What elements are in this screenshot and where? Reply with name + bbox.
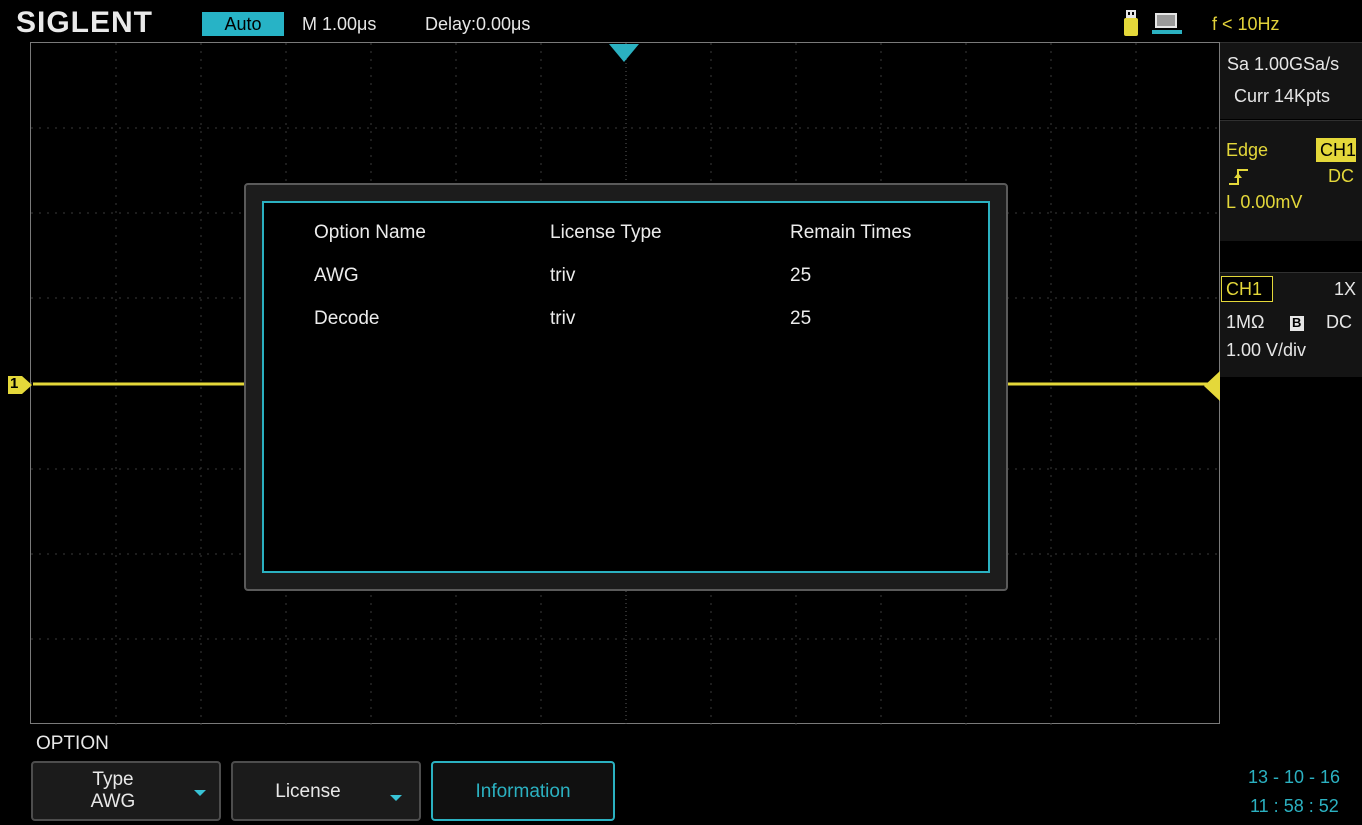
brand-logo: SIGLENT — [16, 6, 154, 39]
chevron-down-icon — [194, 790, 206, 796]
vertical-scale: 1.00 V/div — [1226, 340, 1307, 360]
frequency-counter: f < 10Hz — [1212, 14, 1280, 34]
rising-edge-icon — [1228, 168, 1250, 191]
chevron-down-icon — [390, 795, 402, 801]
ch1-offset-marker[interactable]: 1 — [8, 374, 34, 396]
type-softkey[interactable]: Type AWG — [31, 761, 221, 821]
channel1-name: CH1 — [1226, 279, 1263, 299]
table-row-cell-name: AWG — [314, 265, 359, 286]
information-softkey[interactable]: Information — [431, 761, 615, 821]
time-display: 11 : 58 : 52 — [1250, 796, 1339, 816]
table-row-cell-license: triv — [550, 265, 576, 286]
delay-readout: Delay:0.00μs — [425, 14, 531, 34]
memory-depth: Curr 14Kpts — [1234, 86, 1331, 106]
trigger-mode-badge: Auto — [202, 12, 284, 36]
table-row-cell-remain: 25 — [790, 265, 812, 286]
trigger-source: CH1 — [1320, 140, 1357, 160]
timebase-readout: M 1.00μs — [302, 14, 377, 34]
channel-coupling: DC — [1326, 312, 1352, 332]
date-display: 13 - 10 - 16 — [1248, 767, 1341, 787]
trigger-coupling: DC — [1328, 166, 1354, 186]
license-softkey-label: License — [275, 781, 341, 802]
trigger-level-marker[interactable] — [1204, 371, 1220, 406]
bandwidth-limit-label: B — [1292, 315, 1302, 330]
table-row-cell-name: Decode — [314, 308, 380, 329]
header-option-name: Option Name — [314, 222, 426, 243]
probe-attenuation: 1X — [1334, 279, 1357, 299]
table-row-cell-license: triv — [550, 308, 576, 329]
input-impedance: 1MΩ — [1226, 312, 1265, 332]
option-info-table — [262, 201, 990, 573]
table-row-cell-remain: 25 — [790, 308, 812, 329]
trigger-level: L 0.00mV — [1226, 192, 1303, 212]
usb-icon — [1124, 10, 1138, 36]
trigger-type: Edge — [1226, 140, 1269, 160]
license-softkey[interactable]: License — [231, 761, 421, 821]
ch1-offset-label: 1 — [10, 375, 19, 392]
header-remain-times: Remain Times — [790, 222, 912, 243]
menu-title: OPTION — [36, 733, 109, 754]
sample-rate: Sa 1.00GSa/s — [1227, 54, 1340, 74]
header-license-type: License Type — [550, 222, 662, 243]
type-softkey-label: Type — [92, 769, 134, 790]
pc-connection-icon — [1152, 12, 1182, 36]
trigger-position-marker[interactable] — [609, 44, 639, 69]
information-softkey-label: Information — [475, 781, 571, 802]
type-softkey-value: AWG — [90, 791, 136, 812]
